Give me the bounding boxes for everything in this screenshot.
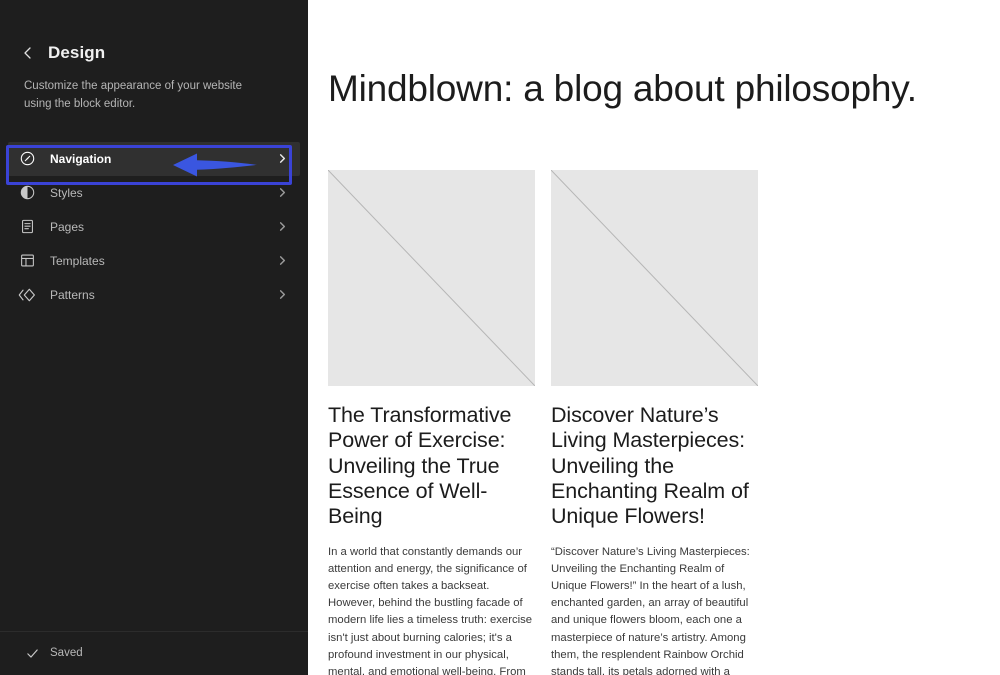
image-placeholder bbox=[328, 170, 535, 386]
sidebar-header: Design bbox=[0, 0, 308, 61]
post-card[interactable]: Discover Nature’s Living Masterpieces: U… bbox=[551, 170, 758, 675]
chevron-left-icon[interactable] bbox=[20, 45, 36, 61]
site-title: Mindblown: a blog about philosophy. bbox=[328, 68, 917, 109]
chevron-right-icon bbox=[276, 289, 288, 301]
chevron-right-icon bbox=[276, 221, 288, 233]
post-card[interactable]: The Transformative Power of Exercise: Un… bbox=[328, 170, 535, 675]
design-sidebar: Design Customize the appearance of your … bbox=[0, 0, 308, 675]
page-title: Design bbox=[48, 43, 106, 62]
pages-document-icon bbox=[18, 218, 36, 236]
sidebar-item-label: Navigation bbox=[50, 151, 112, 166]
sidebar-item-label: Patterns bbox=[50, 287, 95, 302]
sidebar-item-label: Templates bbox=[50, 253, 105, 268]
post-title[interactable]: Discover Nature’s Living Masterpieces: U… bbox=[551, 403, 758, 530]
post-excerpt: “Discover Nature’s Living Masterpieces: … bbox=[551, 545, 750, 675]
save-status-bar[interactable]: Saved bbox=[0, 631, 308, 675]
site-preview-canvas[interactable]: Mindblown: a blog about philosophy. The … bbox=[308, 0, 1000, 675]
sidebar-item-pages[interactable]: Pages bbox=[8, 210, 300, 244]
post-excerpt: In a world that constantly demands our a… bbox=[328, 545, 533, 675]
sidebar-item-templates[interactable]: Templates bbox=[8, 244, 300, 278]
templates-layout-icon bbox=[18, 252, 36, 270]
post-grid: The Transformative Power of Exercise: Un… bbox=[328, 170, 1000, 675]
sidebar-item-navigation[interactable]: Navigation bbox=[8, 141, 300, 176]
panel-description: Customize the appearance of your website… bbox=[24, 80, 242, 110]
patterns-layers-icon bbox=[18, 286, 36, 304]
design-nav-list: Navigation Styles Pages Templates Patter… bbox=[0, 141, 308, 312]
styles-contrast-icon bbox=[18, 184, 36, 202]
sidebar-item-label: Pages bbox=[50, 219, 85, 234]
navigation-compass-icon bbox=[18, 150, 36, 168]
status-badge: Saved bbox=[50, 646, 83, 659]
chevron-right-icon bbox=[276, 255, 288, 267]
image-placeholder bbox=[551, 170, 758, 386]
site-editor-window: Design Customize the appearance of your … bbox=[0, 0, 1000, 675]
sidebar-item-label: Styles bbox=[50, 185, 83, 200]
chevron-right-icon bbox=[276, 187, 288, 199]
chevron-right-icon bbox=[276, 153, 288, 165]
sidebar-item-patterns[interactable]: Patterns bbox=[8, 278, 300, 312]
check-icon bbox=[26, 647, 39, 660]
post-title[interactable]: The Transformative Power of Exercise: Un… bbox=[328, 403, 535, 530]
sidebar-item-styles[interactable]: Styles bbox=[8, 176, 300, 210]
